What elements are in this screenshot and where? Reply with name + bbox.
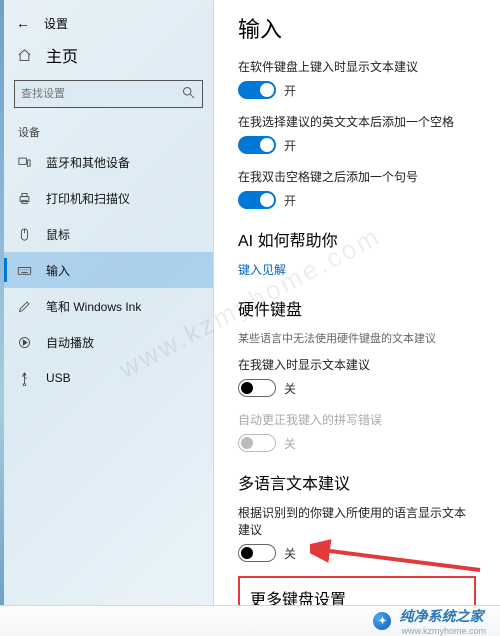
window-title: 设置: [44, 15, 68, 32]
section-heading-ai: AI 如何帮助你: [238, 227, 476, 251]
printer-icon: [16, 191, 32, 206]
sidebar-item-label: 输入: [46, 262, 70, 279]
option-row: 在我双击空格键之后添加一个句号 开: [238, 168, 476, 209]
settings-window: ← 设置 主页 设备 蓝牙和其他设备 打: [4, 0, 500, 605]
toggle-switch-disabled: [238, 434, 276, 452]
search-input[interactable]: [21, 88, 181, 100]
section-heading-multilang: 多语言文本建议: [238, 470, 476, 494]
toggle-state: 关: [284, 435, 296, 452]
toggle-switch[interactable]: [238, 81, 276, 99]
toggle-state: 开: [284, 137, 296, 154]
keyboard-icon: [16, 263, 32, 278]
search-icon: [181, 85, 196, 103]
toggle-state: 关: [284, 380, 296, 397]
autoplay-icon: [16, 335, 32, 350]
option-label: 在我双击空格键之后添加一个句号: [238, 168, 476, 185]
branding-bar: ✦ 纯净系统之家 www.kzmyhome.com: [0, 605, 500, 636]
toggle-state: 开: [284, 192, 296, 209]
sidebar-item-label: USB: [46, 371, 71, 385]
section-heading-hardware: 硬件键盘: [238, 296, 476, 320]
toggle-state: 关: [284, 545, 296, 562]
option-row: 自动更正我键入的拼写错误 关: [238, 411, 476, 452]
brand-url: www.kzmyhome.com: [401, 626, 486, 636]
option-label: 自动更正我键入的拼写错误: [238, 411, 476, 428]
sidebar-item-label: 蓝牙和其他设备: [46, 154, 130, 171]
brand-name: 纯净系统之家: [399, 610, 483, 625]
home-label: 主页: [46, 43, 78, 67]
sidebar-item-printers[interactable]: 打印机和扫描仪: [4, 180, 213, 216]
section-heading-more: 更多键盘设置: [250, 586, 464, 605]
sidebar-item-label: 打印机和扫描仪: [46, 190, 130, 207]
sidebar-group-label: 设备: [4, 118, 213, 144]
sidebar-item-usb[interactable]: USB: [4, 360, 213, 396]
sidebar-item-pen[interactable]: 笔和 Windows Ink: [4, 288, 213, 324]
sidebar-item-label: 鼠标: [46, 226, 70, 243]
option-row: 根据识别到的你键入所使用的语言显示文本建议 关: [238, 504, 476, 562]
option-label: 在我选择建议的英文文本后添加一个空格: [238, 113, 476, 130]
sidebar-item-label: 自动播放: [46, 334, 94, 351]
sidebar: ← 设置 主页 设备 蓝牙和其他设备 打: [4, 0, 214, 605]
window-header: ← 设置: [4, 8, 213, 38]
pen-icon: [16, 299, 32, 314]
home-nav[interactable]: 主页: [4, 38, 213, 72]
toggle-switch[interactable]: [238, 136, 276, 154]
option-row: 在我选择建议的英文文本后添加一个空格 开: [238, 113, 476, 154]
usb-icon: [16, 371, 32, 386]
sidebar-item-bluetooth[interactable]: 蓝牙和其他设备: [4, 144, 213, 180]
toggle-switch[interactable]: [238, 379, 276, 397]
option-label: 根据识别到的你键入所使用的语言显示文本建议: [238, 504, 476, 538]
option-row: 在软件键盘上键入时显示文本建议 开: [238, 58, 476, 99]
brand-logo-icon: ✦: [373, 612, 391, 630]
search-box[interactable]: [14, 80, 203, 108]
toggle-switch[interactable]: [238, 544, 276, 562]
mouse-icon: [16, 227, 32, 242]
content-pane: 输入 在软件键盘上键入时显示文本建议 开 在我选择建议的英文文本后添加一个空格 …: [214, 0, 500, 605]
page-title: 输入: [238, 12, 476, 44]
option-row: 在我键入时显示文本建议 关: [238, 356, 476, 397]
toggle-state: 开: [284, 82, 296, 99]
highlight-annotation: 更多键盘设置 高级键盘设置: [238, 576, 476, 605]
sidebar-item-autoplay[interactable]: 自动播放: [4, 324, 213, 360]
section-description: 某些语言中无法使用硬件键盘的文本建议: [238, 330, 476, 346]
sidebar-item-typing[interactable]: 输入: [4, 252, 213, 288]
option-label: 在我键入时显示文本建议: [238, 356, 476, 373]
toggle-switch[interactable]: [238, 191, 276, 209]
home-icon: [16, 48, 32, 63]
sidebar-item-mouse[interactable]: 鼠标: [4, 216, 213, 252]
sidebar-item-label: 笔和 Windows Ink: [46, 298, 141, 315]
back-button[interactable]: ←: [16, 15, 30, 31]
devices-icon: [16, 155, 32, 170]
link-typing-insights[interactable]: 键入见解: [238, 261, 476, 278]
option-label: 在软件键盘上键入时显示文本建议: [238, 58, 476, 75]
